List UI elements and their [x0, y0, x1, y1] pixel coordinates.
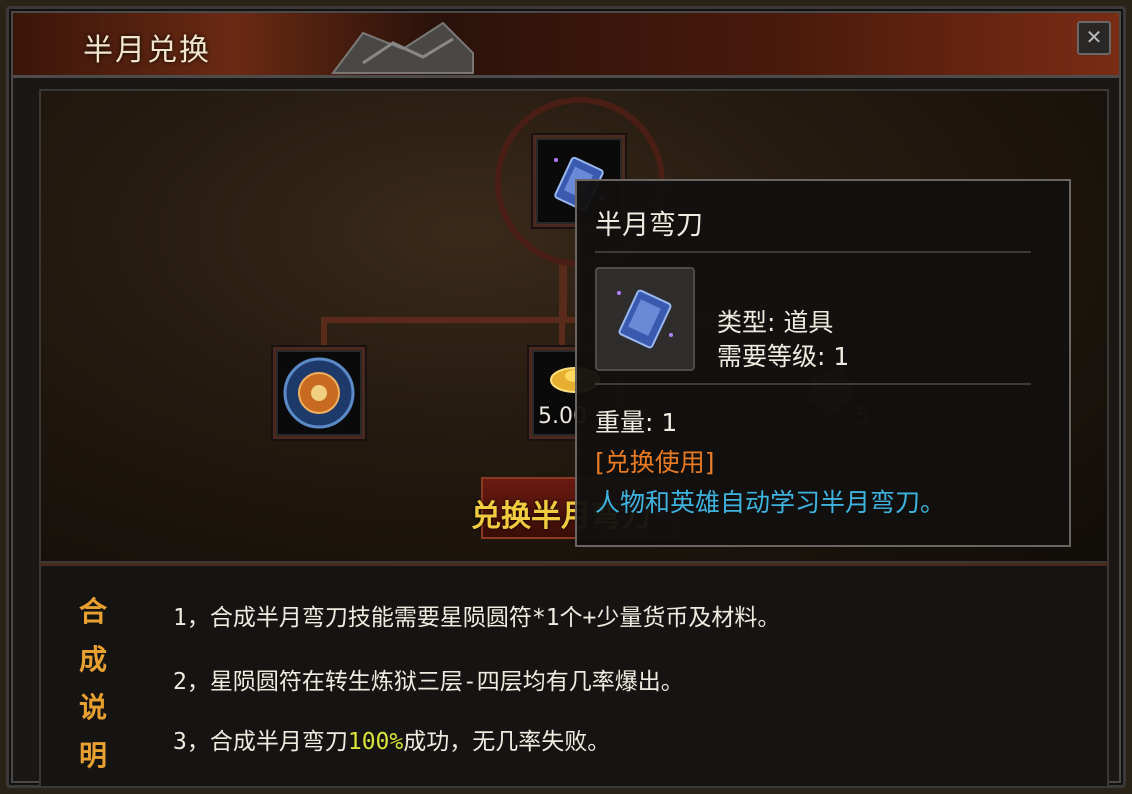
tooltip-level: 需要等级: 1 [717, 342, 850, 371]
side-label-char: 明 [79, 739, 108, 772]
item-tooltip: 半月弯刀 类型: 道具 需要等级: 1 重量: 1 [兑换使用] 人物和英雄自动… [575, 179, 1071, 547]
connector-line [321, 317, 327, 347]
connector-line [559, 261, 567, 321]
title-bar[interactable]: 半月兑换 ✕ [13, 13, 1119, 78]
title-ornament-icon [331, 21, 474, 74]
material-slot-talisman[interactable] [273, 347, 365, 439]
tooltip-description: 人物和英雄自动学习半月弯刀。 [595, 488, 946, 517]
side-label-char: 成 [79, 643, 108, 676]
success-rate-highlight: 100% [347, 729, 404, 755]
side-label-char: 说 [79, 691, 108, 724]
tooltip-type: 类型: 道具 [717, 308, 834, 337]
exchange-window: 半月兑换 ✕ 5.00 兑换半月弯刀 合 成 说 明 1，合成半月弯刀技能需要星… [6, 6, 1126, 788]
window-title: 半月兑换 [83, 33, 211, 68]
tooltip-divider [595, 383, 1031, 385]
tooltip-usage-tag: [兑换使用] [595, 448, 715, 477]
instruction-line: 2，星陨圆符在转生炼狱三层-四层均有几率爆出。 [173, 669, 684, 695]
skill-book-icon [617, 289, 673, 349]
side-label-char: 合 [79, 595, 108, 628]
tooltip-item-icon [595, 267, 695, 371]
tooltip-weight: 重量: 1 [595, 408, 678, 437]
close-button[interactable]: ✕ [1077, 21, 1111, 55]
tooltip-divider [595, 251, 1031, 253]
talisman-icon [283, 357, 355, 429]
instructions-panel: 合 成 说 明 1，合成半月弯刀技能需要星陨圆符*1个+少量货币及材料。 2，星… [39, 563, 1109, 788]
tooltip-title: 半月弯刀 [595, 210, 703, 241]
connector-line [559, 317, 565, 347]
instruction-line: 3，合成半月弯刀100%成功，无几率失败。 [173, 729, 611, 755]
instruction-line: 1，合成半月弯刀技能需要星陨圆符*1个+少量货币及材料。 [173, 605, 781, 631]
